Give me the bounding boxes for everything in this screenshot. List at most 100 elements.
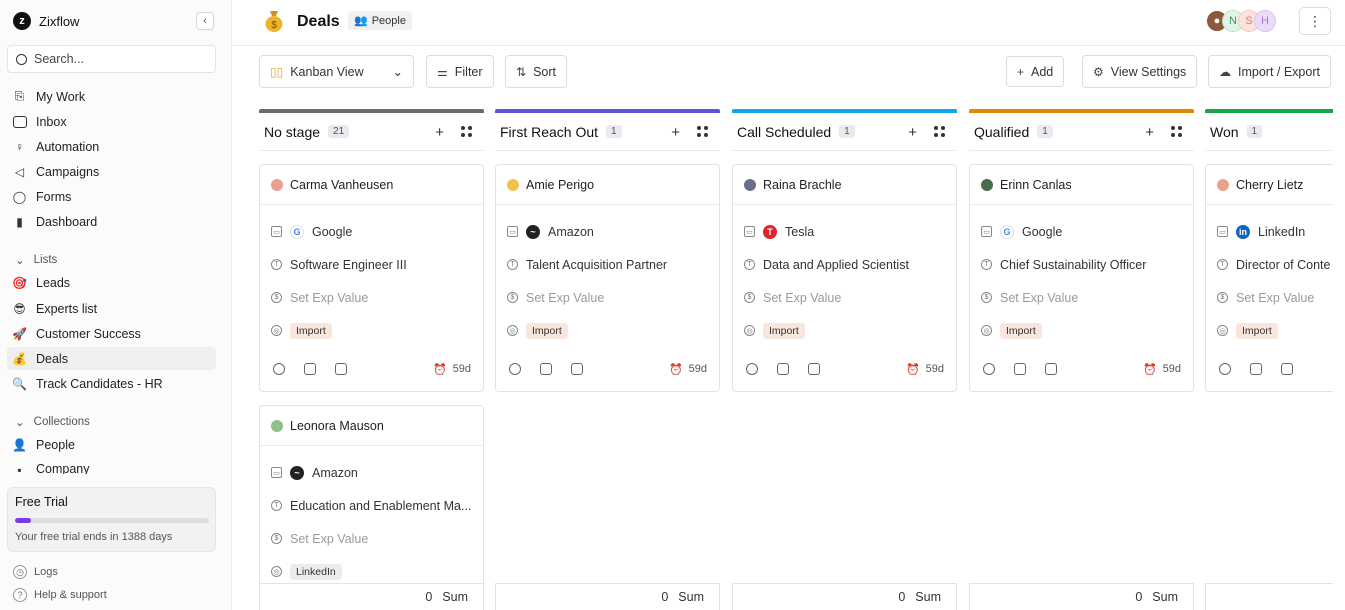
nav-my-work[interactable]: ⎘ My Work (7, 85, 216, 108)
note-icon[interactable] (1219, 363, 1231, 375)
drag-handle-icon[interactable] (461, 126, 472, 137)
job-title-row[interactable]: T Chief Sustainability Officer (981, 248, 1193, 281)
drag-handle-icon[interactable] (934, 126, 945, 137)
nav-campaigns[interactable]: ◁ Campaigns (7, 160, 216, 183)
note-icon[interactable] (273, 363, 285, 375)
sort-button[interactable]: ⇅ Sort (505, 55, 567, 88)
job-title-row[interactable]: T Software Engineer III (271, 248, 483, 281)
more-options-button[interactable]: ⋮ (1299, 7, 1331, 35)
job-title-row[interactable]: T Education and Enablement Ma... (271, 489, 483, 522)
source-row[interactable]: ◎ Import (271, 314, 483, 347)
task-icon[interactable] (1014, 363, 1026, 375)
card-age: ⏰ 59d (433, 363, 471, 376)
note-icon[interactable] (509, 363, 521, 375)
view-selector[interactable]: ▯▯ Kanban View ⌄ (259, 55, 414, 88)
company-row[interactable]: ▭ G Google (271, 215, 483, 248)
folder-icon[interactable] (335, 363, 347, 375)
deal-card[interactable]: Cherry Lietz ▭ in LinkedIn T Director of… (1205, 164, 1333, 392)
age-value: 59d (452, 363, 471, 375)
contact-name[interactable]: Erinn Canlas (1000, 178, 1072, 192)
drag-handle-icon[interactable] (1171, 126, 1182, 137)
company-row[interactable]: ▭ G Google (981, 215, 1193, 248)
list-item-customer-success[interactable]: 🚀 Customer Success (7, 322, 216, 345)
nav-automation[interactable]: ♀ Automation (7, 135, 216, 158)
gear-icon: ⚙ (1093, 64, 1104, 79)
deal-card[interactable]: Carma Vanheusen ▭ G Google T Software En… (259, 164, 484, 392)
search-box[interactable] (7, 45, 216, 73)
contact-name[interactable]: Leonora Mauson (290, 419, 384, 433)
avatar (981, 178, 993, 191)
add-card-icon[interactable]: + (671, 124, 680, 141)
exp-value-row[interactable]: $ Set Exp Value (1217, 281, 1333, 314)
column-sum[interactable]: 0 Sum (969, 583, 1194, 610)
add-button[interactable]: + Add (1006, 56, 1065, 87)
contact-name[interactable]: Cherry Lietz (1236, 178, 1303, 192)
job-title-row[interactable]: T Director of Conte (1217, 248, 1333, 281)
job-title-row[interactable]: T Talent Acquisition Partner (507, 248, 719, 281)
deal-card[interactable]: Raina Brachle ▭ T Tesla T Data and Appli… (732, 164, 957, 392)
exp-value-row[interactable]: $ Set Exp Value (271, 281, 483, 314)
column-sum[interactable] (1205, 583, 1333, 610)
company-row[interactable]: ▭ ~ Amazon (271, 456, 483, 489)
source-row[interactable]: ◎ Import (507, 314, 719, 347)
deal-card[interactable]: Amie Perigo ▭ ~ Amazon T Talent Acquisit… (495, 164, 720, 392)
nav-inbox[interactable]: Inbox (7, 110, 216, 133)
lists-section-toggle[interactable]: ⌄ Lists (15, 253, 57, 267)
people-badge[interactable]: 👥 People (348, 11, 412, 30)
task-icon[interactable] (1250, 363, 1262, 375)
contact-name[interactable]: Raina Brachle (763, 178, 842, 192)
list-item-deals[interactable]: 💰 Deals (7, 347, 216, 370)
collection-item-company[interactable]: ▪ Company (7, 458, 216, 474)
add-card-icon[interactable]: + (1145, 124, 1154, 141)
exp-value-placeholder: Set Exp Value (526, 290, 605, 305)
task-icon[interactable] (304, 363, 316, 375)
contact-name[interactable]: Amie Perigo (526, 178, 594, 192)
exp-value-row[interactable]: $ Set Exp Value (744, 281, 956, 314)
kanban-column: Won 1 Cherry Lietz ▭ in LinkedIn T Direc… (1205, 109, 1333, 610)
filter-button[interactable]: ⚌ Filter (426, 55, 494, 88)
logs-link[interactable]: ◷ Logs (13, 565, 58, 579)
source-row[interactable]: ◎ Import (981, 314, 1193, 347)
view-settings-button[interactable]: ⚙ View Settings (1082, 55, 1198, 88)
deal-card[interactable]: Leonora Mauson ▭ ~ Amazon T Education an… (259, 405, 484, 589)
import-export-button[interactable]: ☁ Import / Export (1208, 55, 1331, 88)
collapse-sidebar-button[interactable]: ‹ (196, 12, 214, 30)
task-icon[interactable] (777, 363, 789, 375)
exp-value-row[interactable]: $ Set Exp Value (507, 281, 719, 314)
folder-icon[interactable] (1281, 363, 1293, 375)
column-sum[interactable]: 0 Sum (495, 583, 720, 610)
note-icon[interactable] (983, 363, 995, 375)
avatar-group[interactable]: ● N S H (1206, 10, 1276, 32)
nav-dashboard[interactable]: ▮ Dashboard (7, 210, 216, 233)
deal-card[interactable]: Erinn Canlas ▭ G Google T Chief Sustaina… (969, 164, 1194, 392)
folder-icon[interactable] (808, 363, 820, 375)
source-row[interactable]: ◎ Import (744, 314, 956, 347)
help-link[interactable]: ? Help & support (13, 588, 107, 602)
company-row[interactable]: ▭ ~ Amazon (507, 215, 719, 248)
note-icon[interactable] (746, 363, 758, 375)
exp-value-row[interactable]: $ Set Exp Value (271, 522, 483, 555)
brand[interactable]: z Zixflow (13, 11, 79, 31)
collection-item-people[interactable]: 👤 People (7, 433, 216, 456)
list-item-leads[interactable]: 🎯 Leads (7, 271, 216, 294)
card-age: ⏰ 59d (906, 363, 944, 376)
exp-value-row[interactable]: $ Set Exp Value (981, 281, 1193, 314)
nav-forms[interactable]: ◯ Forms (7, 185, 216, 208)
company-row[interactable]: ▭ in LinkedIn (1217, 215, 1333, 248)
add-card-icon[interactable]: + (435, 124, 444, 141)
list-item-track-candidates[interactable]: 🔍 Track Candidates - HR (7, 372, 216, 395)
drag-handle-icon[interactable] (697, 126, 708, 137)
column-sum[interactable]: 0 Sum (732, 583, 957, 610)
add-card-icon[interactable]: + (908, 124, 917, 141)
search-input[interactable] (34, 52, 204, 66)
source-row[interactable]: ◎ Import (1217, 314, 1333, 347)
folder-icon[interactable] (571, 363, 583, 375)
column-sum[interactable]: 0 Sum (259, 583, 484, 610)
contact-name[interactable]: Carma Vanheusen (290, 178, 393, 192)
task-icon[interactable] (540, 363, 552, 375)
job-title-row[interactable]: T Data and Applied Scientist (744, 248, 956, 281)
list-item-experts[interactable]: 😎 Experts list (7, 297, 216, 320)
collections-section-toggle[interactable]: ⌄ Collections (15, 415, 90, 429)
company-row[interactable]: ▭ T Tesla (744, 215, 956, 248)
folder-icon[interactable] (1045, 363, 1057, 375)
